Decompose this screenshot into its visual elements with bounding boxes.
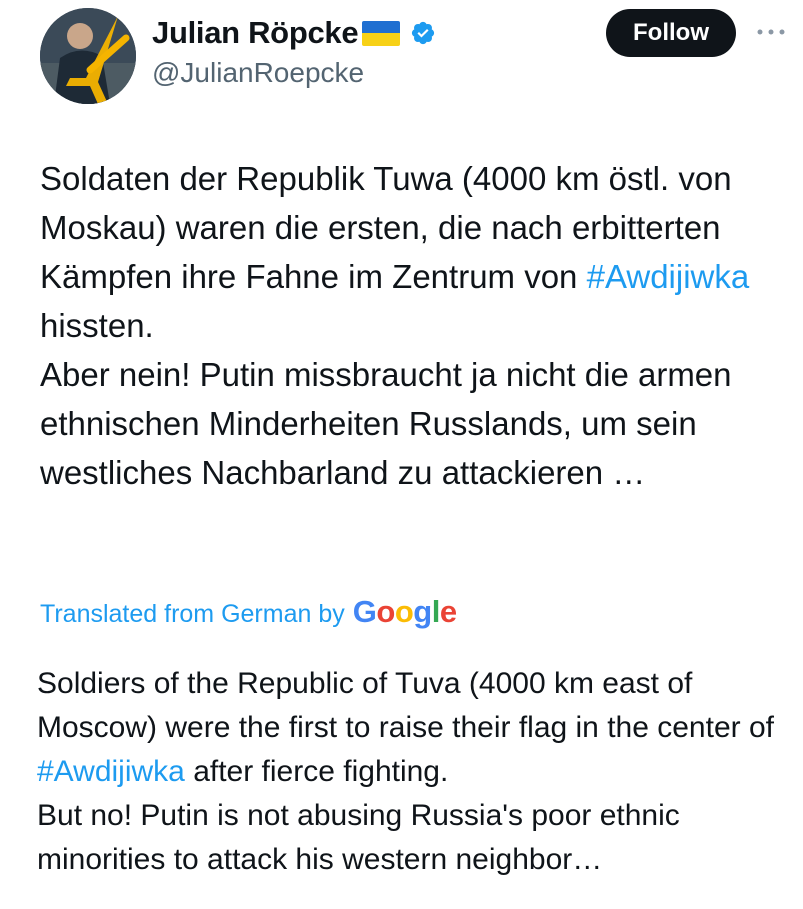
follow-button[interactable]: Follow bbox=[606, 9, 736, 57]
author-name[interactable]: Julian Röpcke bbox=[152, 15, 359, 51]
verified-badge-icon bbox=[412, 21, 435, 45]
original-text-1b: hissten. bbox=[40, 307, 154, 344]
ukraine-flag-icon bbox=[362, 20, 401, 46]
avatar[interactable] bbox=[40, 8, 136, 104]
translated-text-1b: after fierce fighting. bbox=[184, 755, 449, 788]
translated-hashtag-link[interactable]: #Awdijiwka bbox=[37, 755, 185, 788]
tweet-header: Julian Röpcke @JulianRoepcke Follow bbox=[0, 0, 803, 130]
translated-paragraph-2: But no! Putin is not abusing Russia's po… bbox=[37, 799, 680, 876]
more-options-icon[interactable] bbox=[754, 22, 788, 42]
tweet-text-translated: Soldiers of the Republic of Tuva (4000 k… bbox=[37, 662, 777, 882]
author-name-row: Julian Röpcke bbox=[152, 12, 436, 54]
tweet-text-original: Soldaten der Republik Tuwa (4000 km östl… bbox=[40, 154, 780, 497]
translation-label: Translated from German by bbox=[40, 600, 345, 628]
hashtag-link[interactable]: #Awdijiwka bbox=[587, 258, 750, 295]
google-logo-icon: Google bbox=[352, 594, 457, 629]
original-paragraph-2: Aber nein! Putin missbraucht ja nicht di… bbox=[40, 356, 732, 491]
translated-text-1a: Soldiers of the Republic of Tuva (4000 k… bbox=[37, 667, 774, 744]
original-paragraph-1: Soldaten der Republik Tuwa (4000 km östl… bbox=[40, 154, 780, 350]
author-handle[interactable]: @JulianRoepcke bbox=[152, 57, 364, 89]
translated-paragraph-1: Soldiers of the Republic of Tuva (4000 k… bbox=[37, 662, 777, 794]
avatar-image bbox=[40, 8, 136, 104]
translation-attribution[interactable]: Translated from German by Google bbox=[40, 594, 457, 630]
